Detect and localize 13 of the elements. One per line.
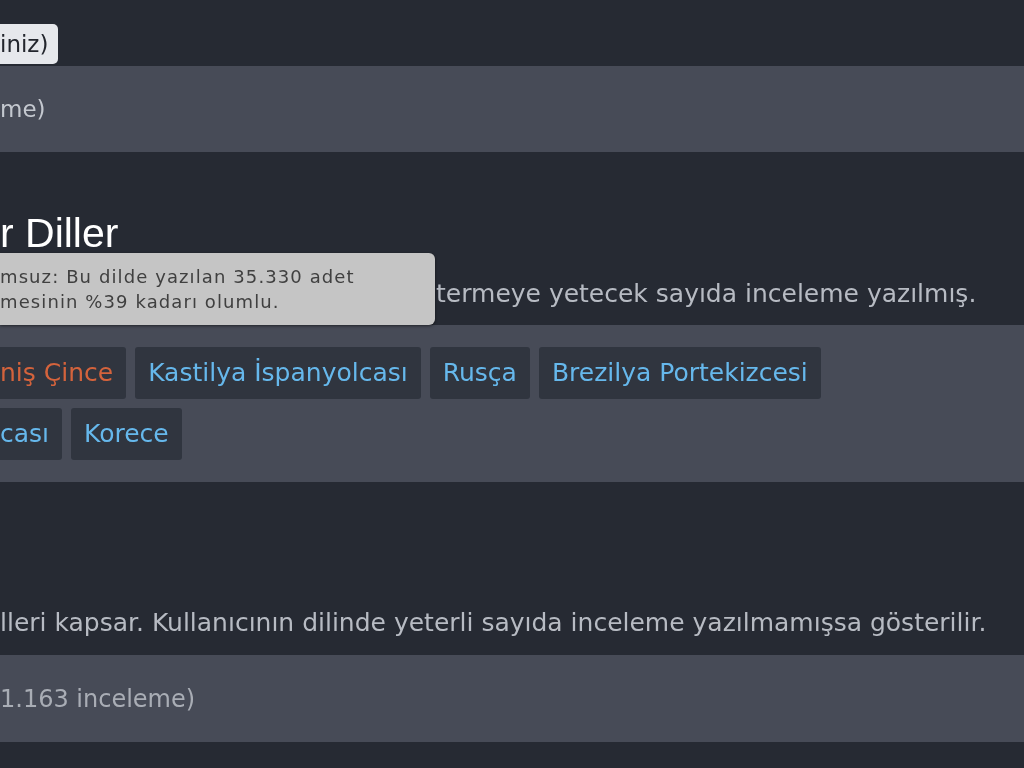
review-summary-text: 1.163 inceleme) [0, 684, 196, 713]
language-tag[interactable]: Korece [71, 408, 182, 460]
section-heading: r Diller [0, 211, 119, 255]
language-tag[interactable]: Rusça [429, 347, 530, 399]
tooltip: msuz: Bu dilde yazılan 35.330 adet mesinin %39 kadarı olumlu. [0, 253, 435, 325]
section-description: lleri kapsar. Kullanıcının dilinde yeterli sayıda inceleme yazılmamışsa gösterilir. [0, 608, 987, 638]
option-button[interactable]: iniz) [0, 24, 59, 64]
language-tag[interactable]: Brezilya Portekizcesi [538, 347, 821, 399]
language-tag[interactable]: cası [0, 408, 63, 460]
review-summary-text: me) [0, 96, 46, 122]
language-tag[interactable]: Kastilya İspanyolcası [135, 347, 421, 399]
section-description: termeye yetecek sayıda inceleme yazılmış. [436, 279, 977, 309]
language-tag[interactable]: niş Çince [0, 347, 127, 399]
